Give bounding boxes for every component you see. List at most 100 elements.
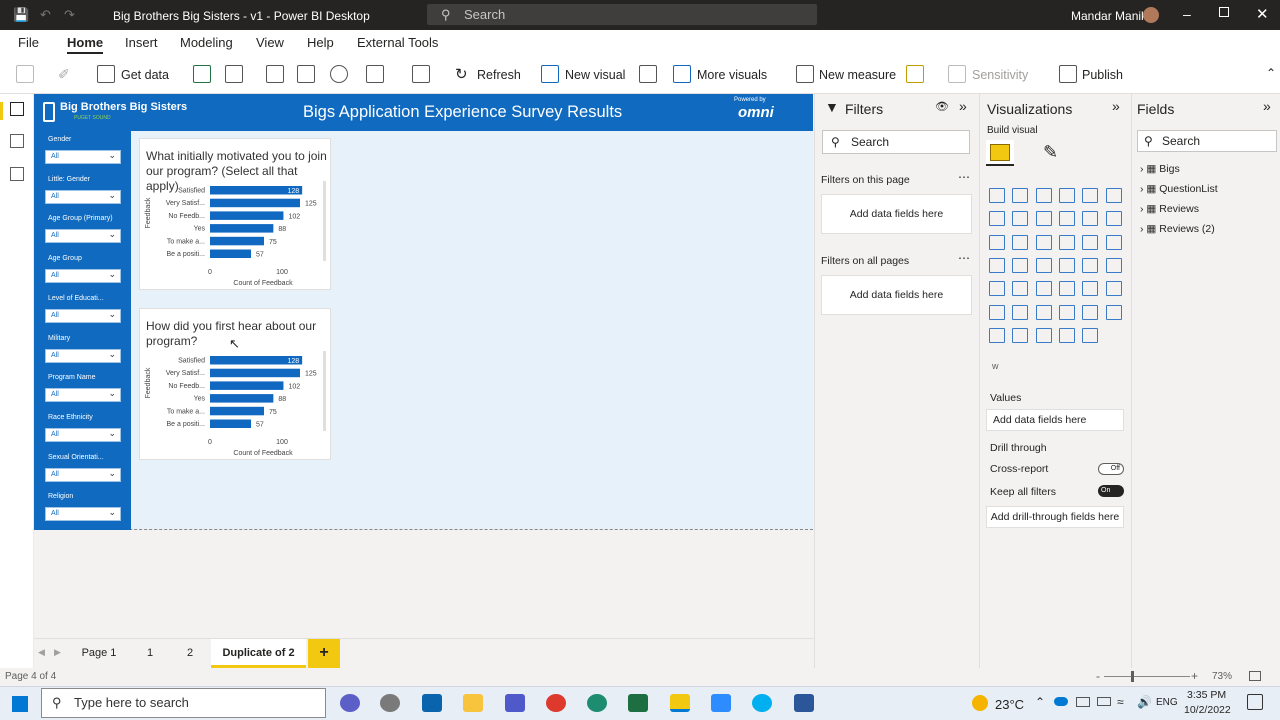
field-table-item[interactable]: › ▦ QuestionList <box>1140 183 1218 195</box>
visual-type-icon[interactable] <box>1082 188 1099 203</box>
visual-type-icon[interactable] <box>1082 304 1099 320</box>
zoom-slider[interactable] <box>1104 676 1190 677</box>
recent-sources-icon[interactable] <box>366 65 384 83</box>
visual-type-icon[interactable] <box>1012 257 1029 273</box>
visual-type-icon[interactable] <box>1105 281 1122 297</box>
bar[interactable] <box>210 249 252 259</box>
field-table-item[interactable]: › ▦ Reviews (2) <box>1140 223 1215 235</box>
model-view-icon[interactable] <box>10 167 24 181</box>
bar[interactable] <box>210 236 264 246</box>
fields-search-input[interactable]: ⚲ Search <box>1137 130 1277 152</box>
clock-date[interactable]: 10/2/2022 <box>1184 704 1231 716</box>
chrome-app-icon[interactable] <box>546 694 566 712</box>
get-data-button[interactable]: Get data <box>121 68 169 82</box>
prev-page-icon[interactable]: ◀ <box>38 647 45 658</box>
format-visual-icon[interactable]: ✎ <box>1043 142 1058 163</box>
visual-type-icon[interactable] <box>1082 281 1099 297</box>
collapse-filters-icon[interactable]: » <box>959 98 967 114</box>
slicer-dropdown[interactable]: All ⌄ <box>45 229 121 244</box>
visual-type-icon[interactable] <box>1105 257 1122 273</box>
visual-type-icon[interactable] <box>989 188 1005 203</box>
visual-type-icon[interactable] <box>1058 257 1075 273</box>
visual-type-icon[interactable] <box>1082 211 1099 227</box>
visual-type-icon[interactable] <box>1012 304 1029 320</box>
slicer-dropdown[interactable]: All ⌄ <box>45 269 121 284</box>
redo-icon[interactable]: ↷ <box>64 7 75 23</box>
zoom-thumb[interactable] <box>1131 671 1134 682</box>
cross-report-toggle[interactable]: Off <box>1098 463 1124 475</box>
zoom-in-icon[interactable]: + <box>1191 669 1198 683</box>
visual-type-icon[interactable] <box>989 281 1005 297</box>
visual-type-icon[interactable] <box>1058 281 1075 297</box>
slicer-dropdown[interactable]: All ⌄ <box>45 189 121 204</box>
menu-file[interactable]: File <box>18 35 39 50</box>
quick-measure-icon[interactable] <box>906 65 924 83</box>
publish-button[interactable]: Publish <box>1082 68 1123 82</box>
chart-scrollbar[interactable] <box>323 181 326 261</box>
visual-type-icon[interactable] <box>1105 188 1122 203</box>
minimize-icon[interactable]: – <box>1183 6 1191 22</box>
visual-type-icon[interactable] <box>1058 211 1075 227</box>
menu-insert[interactable]: Insert <box>125 35 158 50</box>
visual-type-icon[interactable] <box>1012 211 1029 227</box>
settings-app-icon[interactable] <box>340 694 360 712</box>
visual-type-icon[interactable] <box>1105 304 1122 320</box>
close-icon[interactable]: ✕ <box>1256 5 1269 23</box>
bar[interactable] <box>210 224 274 233</box>
report-view-icon[interactable] <box>10 102 24 116</box>
weather-icon[interactable] <box>972 695 988 711</box>
visual-type-icon[interactable] <box>1058 234 1075 250</box>
bar[interactable] <box>210 406 264 416</box>
tab-duplicate-of-2[interactable]: Duplicate of 2 <box>211 639 306 668</box>
slicer-dropdown[interactable]: All ⌄ <box>45 348 121 363</box>
keep-filters-toggle[interactable]: On <box>1098 485 1124 497</box>
visual-type-icon[interactable] <box>1105 234 1122 250</box>
add-page-button[interactable]: + <box>308 639 340 668</box>
eye-icon[interactable]: 👁 <box>935 100 949 113</box>
sql-icon[interactable] <box>266 65 284 83</box>
transform-data-icon[interactable] <box>412 65 430 83</box>
teams-app-icon[interactable] <box>505 694 525 712</box>
onedrive-icon[interactable] <box>1054 697 1068 706</box>
tray-chevron-icon[interactable]: ⌃ <box>1035 695 1045 709</box>
slicer-dropdown[interactable]: All ⌄ <box>45 150 121 164</box>
battery-icon[interactable] <box>1097 697 1111 706</box>
visual-type-icon[interactable] <box>1082 257 1099 273</box>
filters-page-drop[interactable]: Add data fields here <box>821 194 972 234</box>
visual-type-icon[interactable] <box>989 327 1005 343</box>
visual-type-icon[interactable] <box>1012 281 1029 297</box>
windows-start-icon[interactable] <box>12 696 28 712</box>
more-options-icon[interactable]: ⋯ <box>958 251 970 265</box>
drill-through-drop[interactable]: Add drill-through fields here <box>986 506 1124 528</box>
visual-type-icon[interactable] <box>1012 188 1029 203</box>
visual-type-icon[interactable] <box>1035 281 1052 297</box>
file-explorer-icon[interactable] <box>463 694 483 712</box>
word-app-icon[interactable] <box>794 694 814 712</box>
build-visual-tab[interactable] <box>986 140 1014 166</box>
slicer-dropdown[interactable]: All ⌄ <box>45 308 121 323</box>
menu-home[interactable]: Home <box>67 35 104 54</box>
zoom-out-icon[interactable]: - <box>1096 669 1100 683</box>
filters-all-drop[interactable]: Add data fields here <box>821 275 972 315</box>
visual-type-icon[interactable] <box>1082 234 1099 250</box>
dataverse-icon[interactable] <box>330 65 348 83</box>
bar[interactable] <box>210 368 300 378</box>
bar[interactable] <box>210 211 284 220</box>
collapse-fields-icon[interactable]: » <box>1263 98 1271 114</box>
next-page-icon[interactable]: ▶ <box>54 647 61 658</box>
skype-app-icon[interactable] <box>752 694 772 712</box>
undo-icon[interactable]: ↶ <box>40 7 51 23</box>
bar[interactable] <box>210 394 274 403</box>
visual-type-icon[interactable] <box>1012 327 1029 343</box>
bar[interactable] <box>210 381 284 390</box>
volume-icon[interactable]: 🔊 <box>1137 695 1152 709</box>
visual-type-icon[interactable] <box>989 234 1005 250</box>
menu-view[interactable]: View <box>256 35 284 50</box>
network-icon[interactable] <box>1076 697 1090 707</box>
restore-icon[interactable] <box>1219 7 1229 17</box>
visual-type-icon[interactable] <box>1035 211 1052 227</box>
visual-type-icon[interactable] <box>1082 327 1099 343</box>
chart-card-motivation[interactable]: What initially motivated you to join our… <box>139 138 331 290</box>
visual-type-icon[interactable] <box>989 257 1005 273</box>
visual-type-icon[interactable] <box>1012 234 1029 250</box>
